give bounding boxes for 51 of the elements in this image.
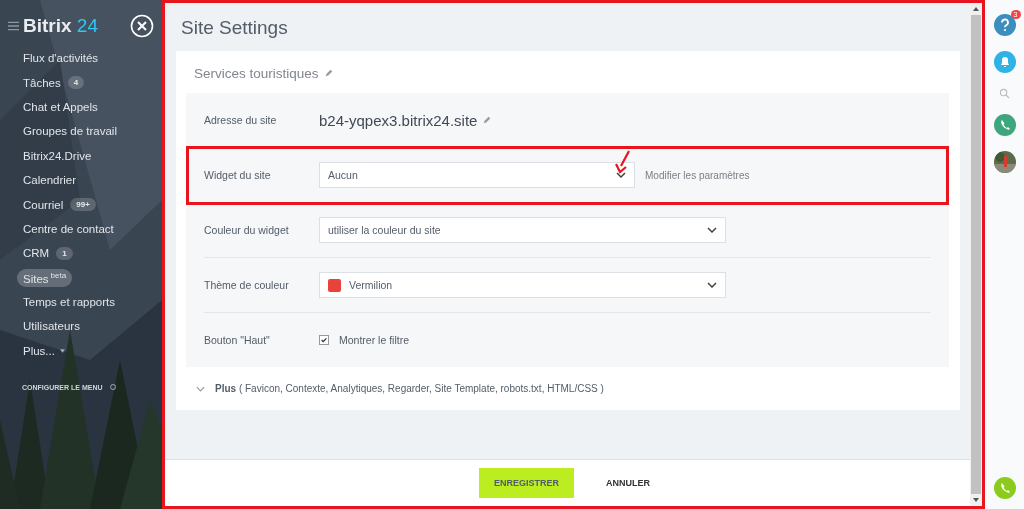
field-label: Couleur du widget [204,224,290,236]
phone-icon[interactable] [993,477,1016,499]
chevron-down-icon [616,172,626,178]
sidebar-item[interactable]: Bitrix24.Drive [22,147,93,164]
field-label: Adresse du site [204,114,278,126]
sidebar-item[interactable]: Chat et Appels [22,98,99,115]
sidebar-item[interactable]: CRM [22,245,51,262]
sidebar-item[interactable]: Groupes de travail [22,123,118,140]
chevron-down-icon [707,227,717,233]
cancel-button[interactable]: ANNULER [600,477,656,489]
checkbox-label[interactable]: Montrer le filtre [339,334,410,346]
sidebar-item[interactable]: Centre de contact [22,220,115,237]
sidebar-item[interactable]: Plus... [22,342,56,359]
select-field[interactable]: Aucun [319,162,635,188]
search-icon[interactable] [999,88,1010,99]
scroll-up-icon[interactable] [973,7,979,11]
sidebar-item[interactable]: Calendrier [22,172,78,189]
save-button[interactable]: ENREGISTRER [479,468,574,498]
sidebar-item[interactable]: Temps et rapports [22,294,117,311]
select-field[interactable]: Vermilion [319,272,726,298]
pencil-icon[interactable] [483,116,492,124]
counter-badge: 99+ [70,198,96,212]
scrollbar[interactable] [970,3,982,506]
sidebar-item[interactable]: Tâches [22,74,62,91]
menu-icon[interactable] [8,21,19,31]
field-label: Widget du site [204,169,272,181]
counter-badge: 1 [56,246,73,260]
sidebar-item[interactable]: Utilisateurs [22,318,81,335]
annotation-arrow [615,150,631,174]
scroll-down-icon[interactable] [973,498,979,502]
sidebar-item[interactable]: Flux d'activités [22,50,100,67]
more-options[interactable]: Plus ( Favicon, Contexte, Analytiques, Regarder, Site Template, robots.txt, HTML/CSS ) [215,383,604,394]
page-title: Site Settings [181,17,289,39]
checkbox[interactable] [319,335,329,345]
bell-icon[interactable] [993,51,1016,73]
counter-badge: 4 [67,76,85,90]
field-label: Bouton "Haut" [204,334,271,346]
select-field[interactable]: utiliser la couleur du site [319,217,726,243]
chevron-down-icon[interactable] [196,385,205,392]
logo: Bitrix 24 [23,15,98,37]
settings-link[interactable]: Modifier les paramètres [645,169,750,181]
close-icon[interactable] [130,14,154,38]
phone-icon[interactable] [993,114,1016,136]
sidebar-item[interactable]: Sites $^{beta}$ [17,268,73,287]
site-address: b24-yqpex3.bitrix24.site [319,111,478,129]
chevron-down-icon [707,282,717,288]
sidebar-item[interactable]: Courriel [22,196,65,213]
site-name: Services touristiques [194,65,319,81]
help-icon[interactable] [993,14,1016,36]
pencil-icon[interactable] [324,69,333,77]
field-label: Thème de couleur [204,279,290,291]
